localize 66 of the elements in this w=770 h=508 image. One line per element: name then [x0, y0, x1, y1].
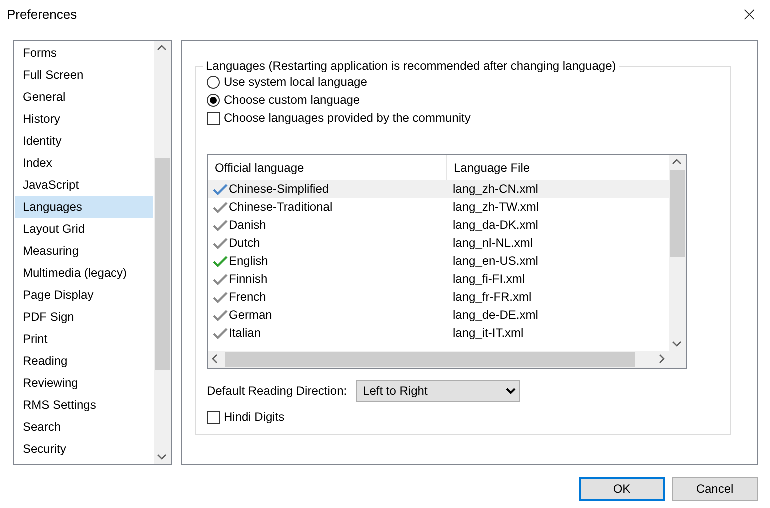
- scrollbar[interactable]: [154, 41, 171, 464]
- group-title: Languages (Restarting application is recommended after changing language): [205, 59, 618, 73]
- sidebar-item[interactable]: Languages: [15, 196, 153, 218]
- file-name: lang_de-DE.xml: [452, 308, 538, 322]
- file-name: lang_zh-CN.xml: [452, 182, 538, 196]
- scrollbar[interactable]: [669, 155, 686, 351]
- sidebar-item[interactable]: Index: [15, 152, 153, 174]
- language-name: Danish: [229, 218, 266, 232]
- language-name: Chinese-Traditional: [229, 200, 333, 214]
- sidebar-item[interactable]: General: [15, 86, 153, 108]
- sidebar-item[interactable]: JavaScript: [15, 174, 153, 196]
- language-name: French: [229, 290, 266, 304]
- language-name: Chinese-Simplified: [229, 182, 330, 196]
- sidebar-item[interactable]: Page Display: [15, 284, 153, 306]
- sidebar-item[interactable]: Print: [15, 328, 153, 350]
- file-name: lang_nl-NL.xml: [452, 236, 534, 250]
- file-name: lang_fr-FR.xml: [452, 290, 532, 304]
- file-name: lang_zh-TW.xml: [452, 200, 540, 214]
- sidebar-item[interactable]: Measuring: [15, 240, 153, 262]
- checkbox[interactable]: [207, 410, 220, 424]
- sidebar-item[interactable]: Reading: [15, 350, 153, 372]
- option-label[interactable]: Choose languages provided by the community: [224, 111, 471, 125]
- file-name: lang_en-US.xml: [452, 254, 538, 268]
- sidebar-item[interactable]: PDF Sign: [15, 306, 153, 328]
- field-label: Default Reading Direction:: [207, 384, 348, 398]
- table-row[interactable]: German lang_de-DE.xml: [208, 306, 669, 324]
- language-name: Finnish: [229, 272, 268, 286]
- column-header[interactable]: Language File: [447, 160, 530, 174]
- sidebar-item[interactable]: Identity: [15, 130, 153, 152]
- table-row[interactable]: English lang_en-US.xml: [208, 252, 669, 270]
- sidebar-item[interactable]: History: [15, 108, 153, 130]
- table-row[interactable]: Dutch lang_nl-NL.xml: [208, 234, 669, 252]
- option-label[interactable]: Use system local language: [224, 75, 368, 89]
- table-row[interactable]: Chinese-Traditional lang_zh-TW.xml: [208, 198, 669, 216]
- sidebar-item[interactable]: Reviewing: [15, 372, 153, 394]
- language-name: Dutch: [229, 236, 260, 250]
- radio-button[interactable]: [207, 76, 220, 88]
- file-name: lang_it-IT.xml: [452, 326, 524, 340]
- direction-dropdown[interactable]: Left to Right: [356, 380, 520, 402]
- table-row[interactable]: Finnish lang_fi-FI.xml: [208, 270, 669, 288]
- table-row[interactable]: Italian lang_it-IT.xml: [208, 324, 669, 342]
- language-name: Italian: [229, 326, 262, 340]
- sidebar-item[interactable]: Full Screen: [15, 64, 153, 86]
- option-label[interactable]: Hindi Digits: [224, 410, 285, 424]
- table-row[interactable]: French lang_fr-FR.xml: [208, 288, 669, 306]
- sidebar-item[interactable]: Layout Grid: [15, 218, 153, 240]
- sidebar-item[interactable]: Forms: [15, 42, 153, 64]
- sidebar-item[interactable]: Multimedia (legacy): [15, 262, 153, 284]
- sidebar-item[interactable]: RMS Settings: [15, 394, 153, 416]
- option-label[interactable]: Choose custom language: [224, 93, 360, 107]
- language-name: English: [229, 254, 268, 268]
- column-header[interactable]: Official language: [208, 160, 446, 174]
- sidebar-item[interactable]: Security: [15, 438, 153, 460]
- dialog-button[interactable]: Cancel: [672, 477, 758, 501]
- file-name: lang_fi-FI.xml: [452, 272, 526, 286]
- language-name: German: [229, 308, 272, 322]
- file-name: lang_da-DK.xml: [452, 218, 538, 232]
- dialog-button[interactable]: OK: [579, 477, 665, 501]
- table-row[interactable]: Chinese-Simplified lang_zh-CN.xml: [208, 180, 669, 198]
- sidebar-item[interactable]: Search: [15, 416, 153, 438]
- close-button[interactable]: ×: [739, 4, 760, 24]
- checkbox[interactable]: [207, 112, 220, 124]
- window-title: Preferences: [7, 6, 78, 22]
- scrollbar[interactable]: [208, 351, 686, 368]
- radio-button[interactable]: [207, 94, 220, 106]
- table-row[interactable]: Danish lang_da-DK.xml: [208, 216, 669, 234]
